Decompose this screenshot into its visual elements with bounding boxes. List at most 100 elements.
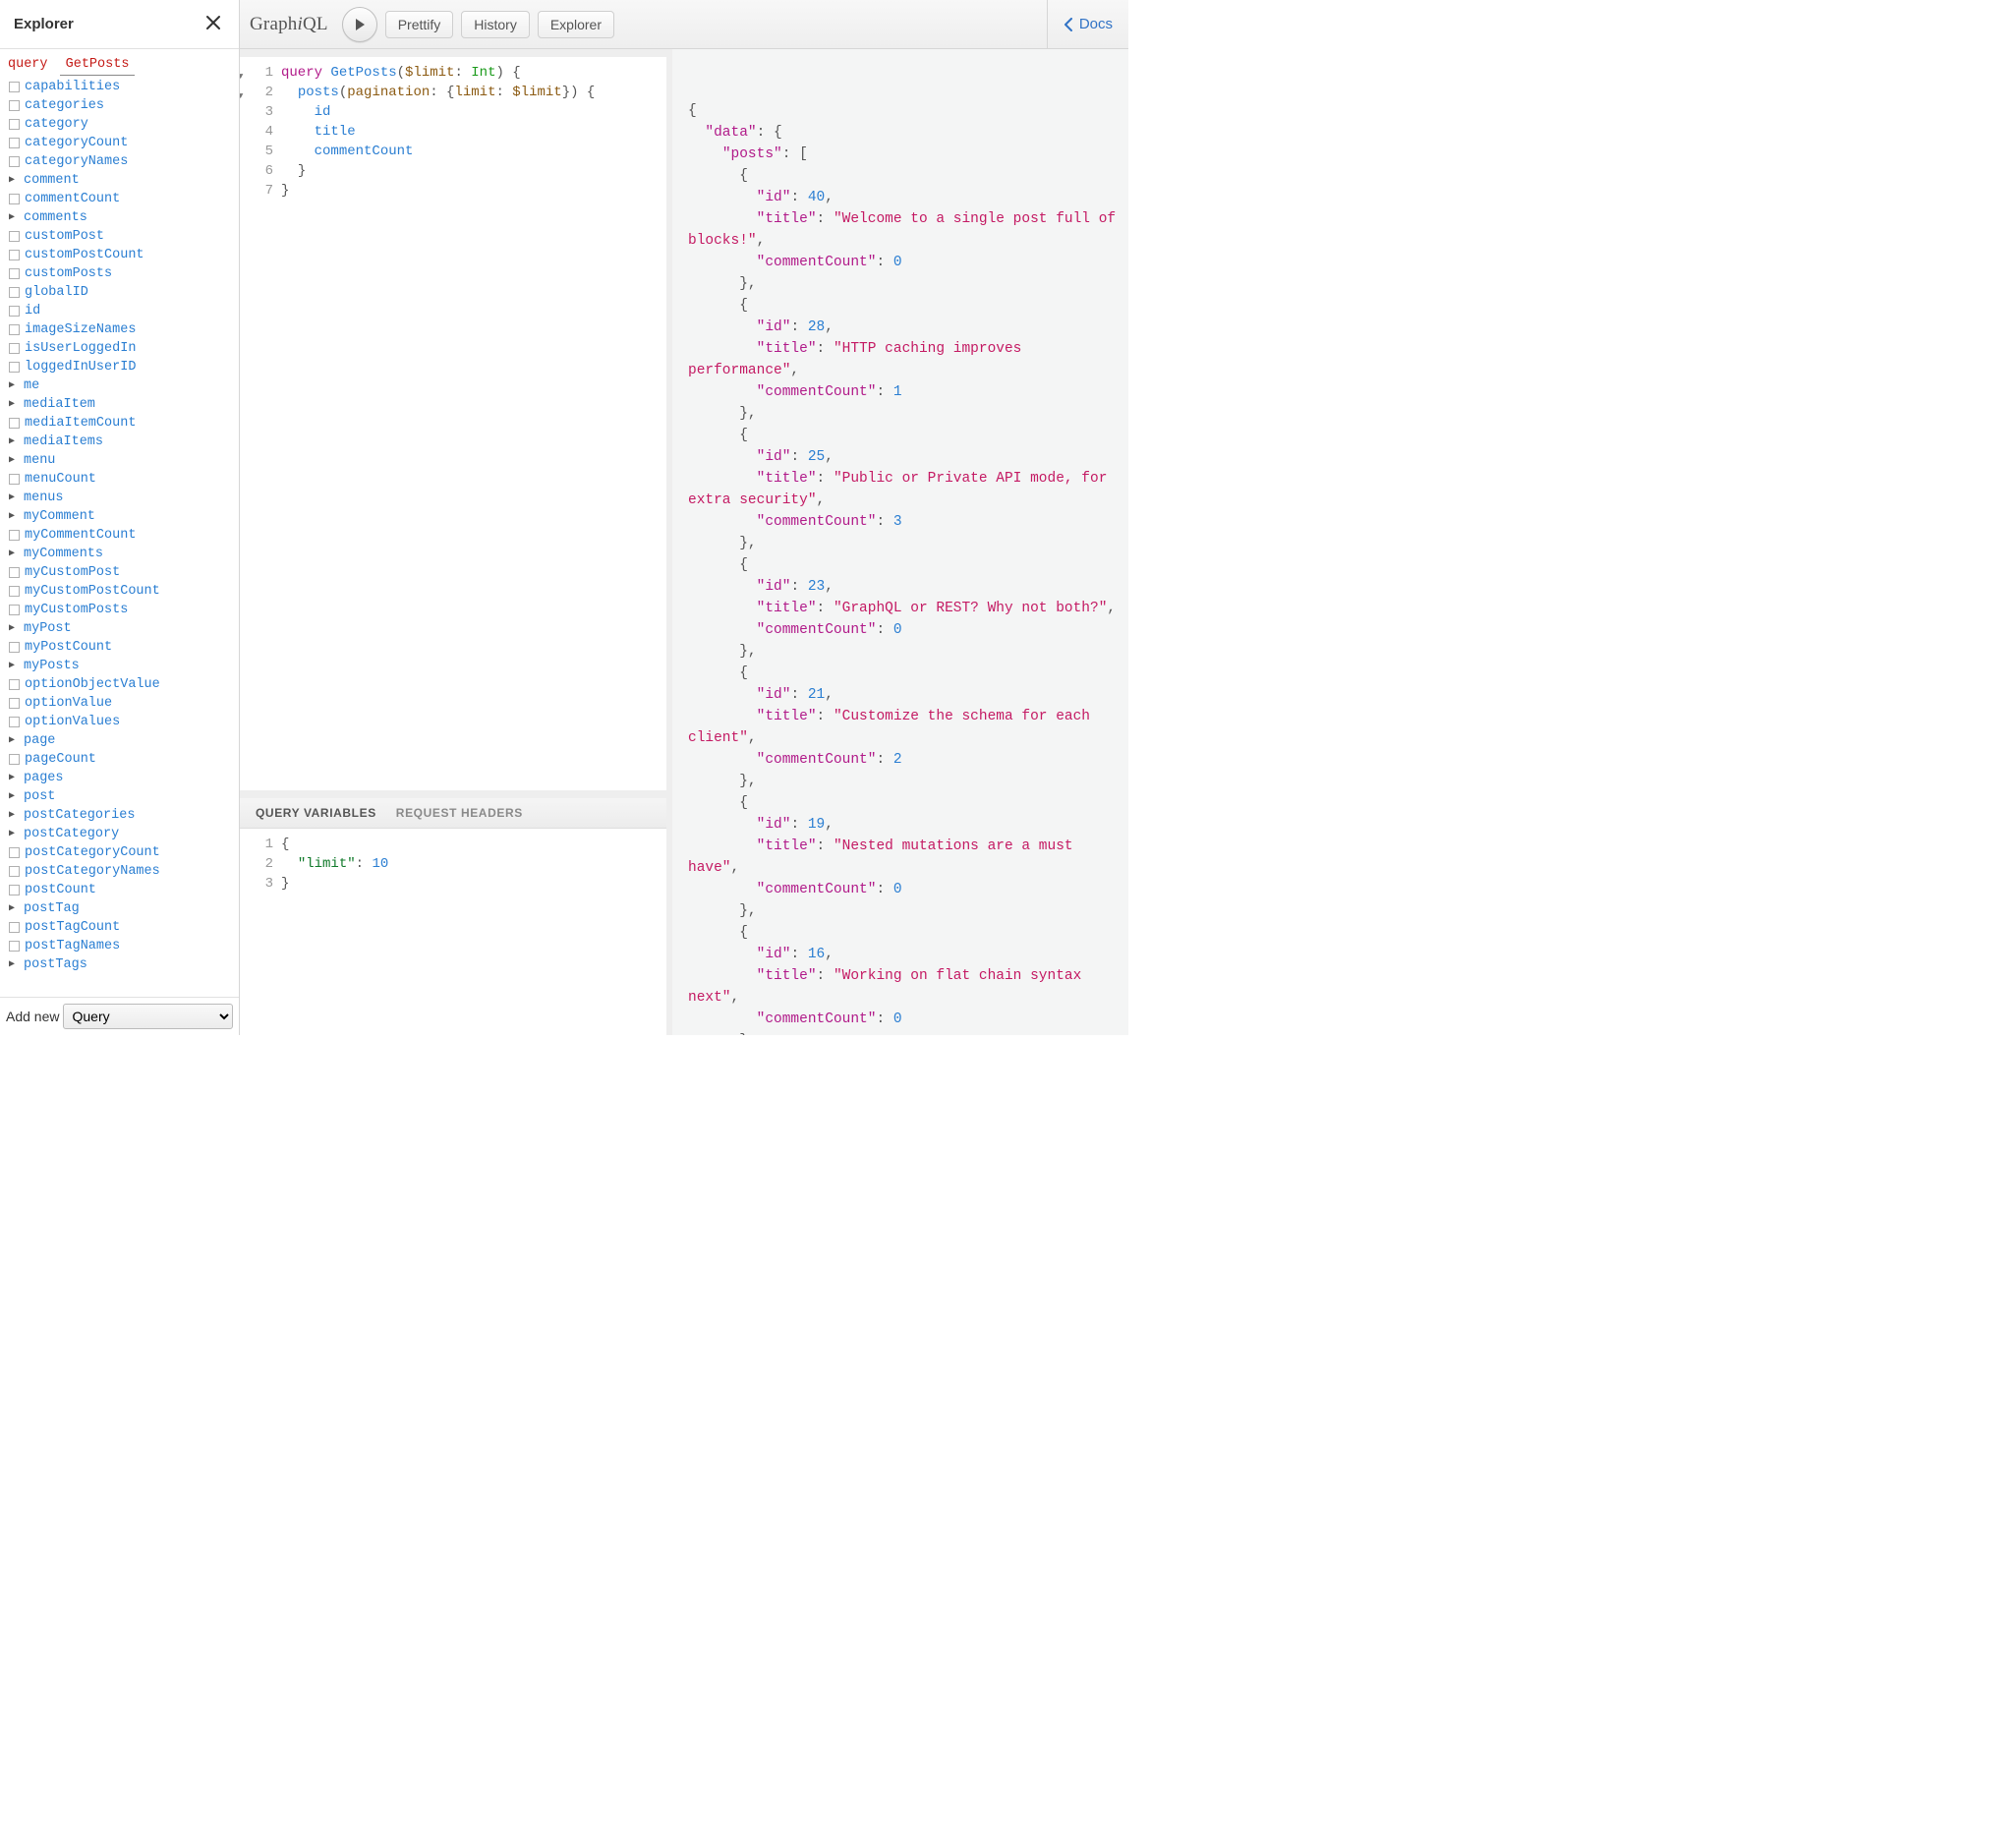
explorer-field-page[interactable]: ▶page	[6, 731, 233, 750]
explorer-field-myCustomPostCount[interactable]: myCustomPostCount	[6, 582, 233, 601]
query-name-input[interactable]: GetPosts	[60, 55, 136, 76]
explorer-field-myCustomPost[interactable]: myCustomPost	[6, 563, 233, 582]
explorer-field-comments[interactable]: ▶comments	[6, 208, 233, 227]
explorer-field-isUserLoggedIn[interactable]: isUserLoggedIn	[6, 339, 233, 358]
checkbox-icon	[9, 250, 20, 260]
add-new-select[interactable]: Query	[63, 1004, 233, 1029]
field-label: menuCount	[25, 470, 96, 489]
chevron-right-icon: ▶	[9, 619, 19, 638]
explorer-field-myCustomPosts[interactable]: myCustomPosts	[6, 601, 233, 619]
explorer-field-myPostCount[interactable]: myPostCount	[6, 638, 233, 657]
explorer-field-id[interactable]: id	[6, 302, 233, 320]
explorer-field-customPostCount[interactable]: customPostCount	[6, 246, 233, 264]
chevron-right-icon: ▶	[9, 806, 19, 825]
field-label: postCount	[25, 881, 96, 899]
explorer-field-customPosts[interactable]: customPosts	[6, 264, 233, 283]
explorer-field-categoryCount[interactable]: categoryCount	[6, 134, 233, 152]
explorer-field-categories[interactable]: categories	[6, 96, 233, 115]
history-button[interactable]: History	[461, 11, 530, 38]
chevron-right-icon: ▶	[9, 507, 19, 526]
explorer-query-header[interactable]: query GetPosts	[6, 55, 233, 76]
field-label: postCategory	[24, 825, 119, 843]
explorer-field-myCommentCount[interactable]: myCommentCount	[6, 526, 233, 545]
field-label: postTag	[24, 899, 80, 918]
explorer-field-myComments[interactable]: ▶myComments	[6, 545, 233, 563]
field-label: postCategoryCount	[25, 843, 160, 862]
explorer-field-menu[interactable]: ▶menu	[6, 451, 233, 470]
field-label: id	[25, 302, 40, 320]
result-pane[interactable]: { "data": { "posts": [ { "id": 40, "titl…	[672, 49, 1128, 1035]
explorer-button[interactable]: Explorer	[538, 11, 614, 38]
field-label: mediaItem	[24, 395, 95, 414]
explorer-field-post[interactable]: ▶post	[6, 787, 233, 806]
explorer-field-mediaItemCount[interactable]: mediaItemCount	[6, 414, 233, 433]
explorer-field-mediaItems[interactable]: ▶mediaItems	[6, 433, 233, 451]
checkbox-icon	[9, 231, 20, 242]
query-editor[interactable]: 1▼2▼34567 query GetPosts($limit: Int) { …	[240, 57, 666, 790]
field-label: loggedInUserID	[25, 358, 136, 376]
chevron-right-icon: ▶	[9, 769, 19, 787]
explorer-field-pageCount[interactable]: pageCount	[6, 750, 233, 769]
field-label: postTags	[24, 955, 87, 974]
checkbox-icon	[9, 418, 20, 429]
explorer-field-myPosts[interactable]: ▶myPosts	[6, 657, 233, 675]
explorer-field-imageSizeNames[interactable]: imageSizeNames	[6, 320, 233, 339]
explorer-field-postCategory[interactable]: ▶postCategory	[6, 825, 233, 843]
explorer-field-mediaItem[interactable]: ▶mediaItem	[6, 395, 233, 414]
checkbox-icon	[9, 138, 20, 148]
execute-button[interactable]	[342, 7, 377, 42]
explorer-field-myPost[interactable]: ▶ myPost	[6, 619, 233, 638]
prettify-button[interactable]: Prettify	[385, 11, 454, 38]
explorer-field-postTags[interactable]: ▶postTags	[6, 955, 233, 974]
explorer-field-comment[interactable]: ▶comment	[6, 171, 233, 190]
explorer-field-globalID[interactable]: globalID	[6, 283, 233, 302]
explorer-field-menus[interactable]: ▶menus	[6, 489, 233, 507]
explorer-field-commentCount[interactable]: commentCount	[6, 190, 233, 208]
explorer-field-loggedInUserID[interactable]: loggedInUserID	[6, 358, 233, 376]
explorer-field-optionValues[interactable]: optionValues	[6, 713, 233, 731]
checkbox-icon	[9, 287, 20, 298]
explorer-field-me[interactable]: ▶me	[6, 376, 233, 395]
variables-editor[interactable]: 123 { "limit": 10}	[240, 829, 666, 1035]
field-label: customPost	[25, 227, 104, 246]
field-label: menus	[24, 489, 64, 507]
chevron-right-icon: ▶	[9, 899, 19, 918]
field-label: optionObjectValue	[25, 675, 160, 694]
explorer-field-customPost[interactable]: customPost	[6, 227, 233, 246]
checkbox-icon	[9, 82, 20, 92]
chevron-right-icon: ▶	[9, 545, 19, 563]
explorer-field-list[interactable]: query GetPosts capabilitiescategoriescat…	[0, 49, 239, 997]
checkbox-icon	[9, 324, 20, 335]
checkbox-icon	[9, 156, 20, 167]
field-label: myPost	[24, 619, 72, 638]
explorer-field-postTag[interactable]: ▶ postTag	[6, 899, 233, 918]
tab-request-headers[interactable]: REQUEST HEADERS	[396, 806, 523, 820]
field-label: isUserLoggedIn	[25, 339, 136, 358]
close-icon[interactable]	[201, 11, 225, 38]
docs-button[interactable]: Docs	[1047, 0, 1128, 49]
explorer-field-menuCount[interactable]: menuCount	[6, 470, 233, 489]
explorer-field-categoryNames[interactable]: categoryNames	[6, 152, 233, 171]
field-label: commentCount	[25, 190, 120, 208]
tab-query-variables[interactable]: QUERY VARIABLES	[256, 806, 376, 820]
explorer-field-postTagCount[interactable]: postTagCount	[6, 918, 233, 937]
field-label: mediaItemCount	[25, 414, 136, 433]
checkbox-icon	[9, 119, 20, 130]
explorer-header: Explorer	[0, 0, 239, 49]
explorer-field-myComment[interactable]: ▶myComment	[6, 507, 233, 526]
explorer-field-postCategories[interactable]: ▶postCategories	[6, 806, 233, 825]
explorer-field-category[interactable]: category	[6, 115, 233, 134]
checkbox-icon	[9, 866, 20, 877]
explorer-field-capabilities[interactable]: capabilities	[6, 78, 233, 96]
explorer-field-postCategoryNames[interactable]: postCategoryNames	[6, 862, 233, 881]
checkbox-icon	[9, 306, 20, 317]
explorer-field-pages[interactable]: ▶pages	[6, 769, 233, 787]
field-label: menu	[24, 451, 55, 470]
explorer-field-postCategoryCount[interactable]: postCategoryCount	[6, 843, 233, 862]
explorer-field-postCount[interactable]: postCount	[6, 881, 233, 899]
main-area: GraphiQL Prettify History Explorer Docs …	[240, 0, 1128, 1035]
field-label: customPostCount	[25, 246, 144, 264]
explorer-field-optionObjectValue[interactable]: optionObjectValue	[6, 675, 233, 694]
explorer-field-postTagNames[interactable]: postTagNames	[6, 937, 233, 955]
explorer-field-optionValue[interactable]: optionValue	[6, 694, 233, 713]
